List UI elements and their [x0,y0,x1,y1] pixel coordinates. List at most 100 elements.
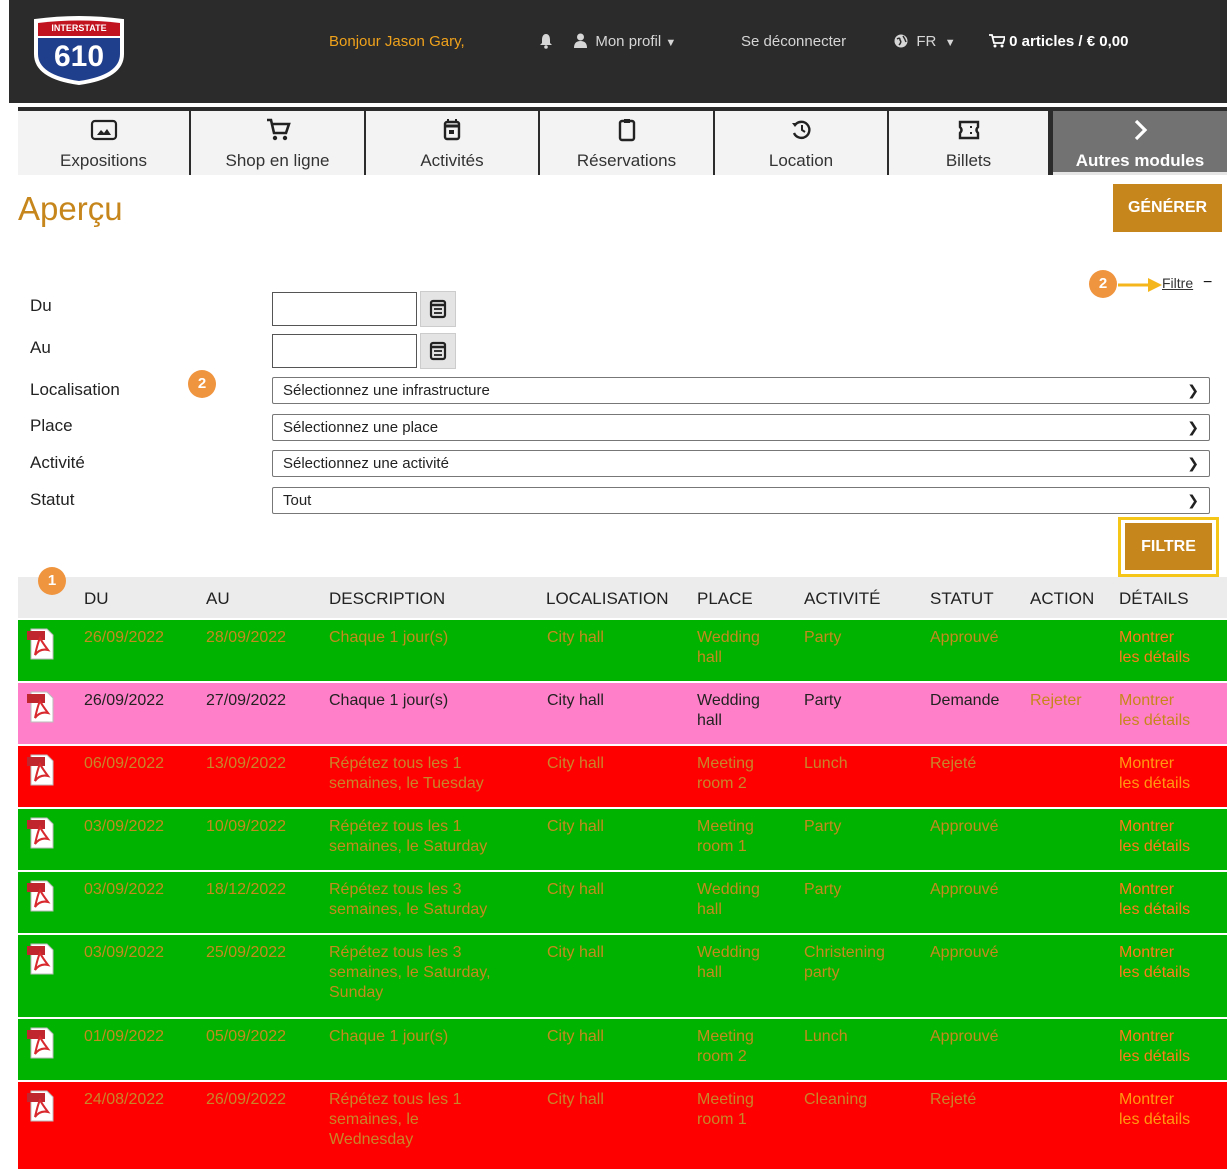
calendar-icon[interactable] [420,333,456,369]
cell-place-line: Meeting [697,755,754,772]
pdf-icon[interactable] [26,880,56,912]
cell-place-line: Meeting [697,818,754,835]
cell-description-line: Chaque 1 jour(s) [329,1028,449,1045]
cell-description: Chaque 1 jour(s) [329,628,448,648]
column-header-activite[interactable]: ACTIVITÉ [804,589,881,609]
pdf-icon[interactable] [26,1027,56,1059]
status-select[interactable]: Tout ❯ [272,487,1210,514]
nav-autres-modules[interactable]: Autres modules [1053,111,1227,175]
cart-summary[interactable]: 0 articles / € 0,00 [989,33,1128,50]
calendar-icon[interactable] [420,291,456,327]
details-link[interactable]: Montrer les détails [1119,628,1190,668]
image-icon [18,117,189,147]
pdf-icon[interactable] [26,628,56,660]
cell-du: 01/09/2022 [84,1028,165,1045]
cell-du: 26/09/2022 [84,692,165,709]
cell-statut: Approuvé [930,944,999,961]
cell-au: 05/09/2022 [206,1028,287,1045]
cell-statut: Rejeté [930,1091,977,1108]
globe-icon [894,34,908,48]
column-header-au[interactable]: AU [206,589,230,609]
location-select[interactable]: Sélectionnez une infrastructure ❯ [272,377,1210,404]
profile-menu[interactable]: Mon profil ▼ [574,33,676,50]
nav-billets[interactable]: Billets [889,111,1048,175]
bell-icon[interactable] [539,33,553,53]
pdf-icon[interactable] [26,691,56,723]
cell-place-line: Wedding [697,692,760,709]
pdf-icon[interactable] [26,943,56,975]
details-link-line: Montrer [1119,692,1175,709]
cell-statut: Rejeté [930,755,977,772]
column-header-details[interactable]: DÉTAILS [1119,589,1189,609]
cell-place-line: Meeting [697,1091,754,1108]
generate-button[interactable]: GÉNÉRER [1113,184,1222,232]
nav-location[interactable]: Location [715,111,887,175]
to-date-input[interactable] [272,334,417,368]
activity-select[interactable]: Sélectionnez une activité ❯ [272,450,1210,477]
details-link-line: Montrer [1119,881,1175,898]
details-link[interactable]: Montrer les détails [1119,1090,1190,1130]
cell-place-line: hall [697,649,722,666]
cell-place-line: room 2 [697,1048,747,1065]
place-select[interactable]: Sélectionnez une place ❯ [272,414,1210,441]
details-link[interactable]: Montrer les détails [1119,817,1190,857]
logout-link[interactable]: Se déconnecter [741,33,846,50]
column-header-du[interactable]: DU [84,589,109,609]
interstate-logo[interactable]: INTERSTATE 610 [31,16,127,86]
cell-localisation: City hall [547,944,604,961]
place-label: Place [30,416,73,435]
cell-place-line: Wedding [697,629,760,646]
cell-description-line: semaines, le [329,1111,419,1128]
table-row: 06/09/2022 13/09/2022 Répétez tous les 1 se… [18,746,1227,807]
cell-place-line: room 2 [697,775,747,792]
chevron-down-icon: ❯ [1187,382,1199,398]
nav-expositions[interactable]: Expositions [18,111,189,175]
cell-au: 26/09/2022 [206,1091,287,1108]
details-link[interactable]: Montrer les détails [1119,754,1190,794]
cell-localisation: City hall [547,629,604,646]
language-selector[interactable]: FR ▼ [894,33,956,50]
chevron-down-icon: ❯ [1187,419,1199,435]
details-link[interactable]: Montrer les détails [1119,943,1190,983]
cell-description-line: Wednesday [329,1131,414,1148]
cell-place-line: hall [697,901,722,918]
top-bar: INTERSTATE 610 Bonjour Jason Gary, Mon p… [9,0,1227,103]
caret-down-icon: ▼ [665,37,677,49]
column-header-localisation[interactable]: LOCALISATION [546,589,669,609]
place-select-value: Sélectionnez une place [283,419,439,436]
collapse-icon[interactable]: − [1203,274,1212,292]
cell-description: Répétez tous les 3 semaines, le Saturday,… [329,943,491,1003]
cell-description: Répétez tous les 1 semaines, le Tuesday [329,754,484,794]
nav-reservations[interactable]: Réservations [540,111,713,175]
cell-description-line: semaines, le Tuesday [329,775,484,792]
calendar-icon [366,117,538,147]
details-link[interactable]: Montrer les détails [1119,1027,1190,1067]
column-header-statut[interactable]: STATUT [930,589,994,609]
from-date-input[interactable] [272,292,417,326]
filter-toggle-link[interactable]: Filtre [1162,275,1193,291]
table-row: 26/09/2022 27/09/2022 Chaque 1 jour(s) City… [18,683,1227,744]
annotation-badge: 2 [188,370,216,398]
cell-place: Meeting room 2 [697,1027,754,1067]
nav-shop[interactable]: Shop en ligne [191,111,364,175]
details-link-line: les détails [1119,1048,1191,1065]
column-header-place[interactable]: PLACE [697,589,753,609]
pdf-icon[interactable] [26,1090,56,1122]
column-header-description[interactable]: DESCRIPTION [329,589,445,609]
pdf-icon[interactable] [26,817,56,849]
pdf-icon[interactable] [26,754,56,786]
details-link[interactable]: Montrer les détails [1119,880,1190,920]
filter-button[interactable]: FILTRE [1125,523,1212,570]
details-link[interactable]: Montrer les détails [1119,691,1190,731]
column-header-action[interactable]: ACTION [1030,589,1094,609]
reject-link[interactable]: Rejeter [1030,691,1082,711]
location-select-value: Sélectionnez une infrastructure [283,382,490,399]
cell-place-line: room 1 [697,1111,747,1128]
cell-du: 24/08/2022 [84,1091,165,1108]
nav-label: Activités [420,151,484,170]
nav-activites[interactable]: Activités [366,111,538,175]
details-link-line: Montrer [1119,818,1175,835]
cell-description-line: semaines, le Saturday [329,901,488,918]
nav-label: Shop en ligne [225,151,330,170]
cell-description: Répétez tous les 1 semaines, le Wednesday [329,1090,462,1150]
